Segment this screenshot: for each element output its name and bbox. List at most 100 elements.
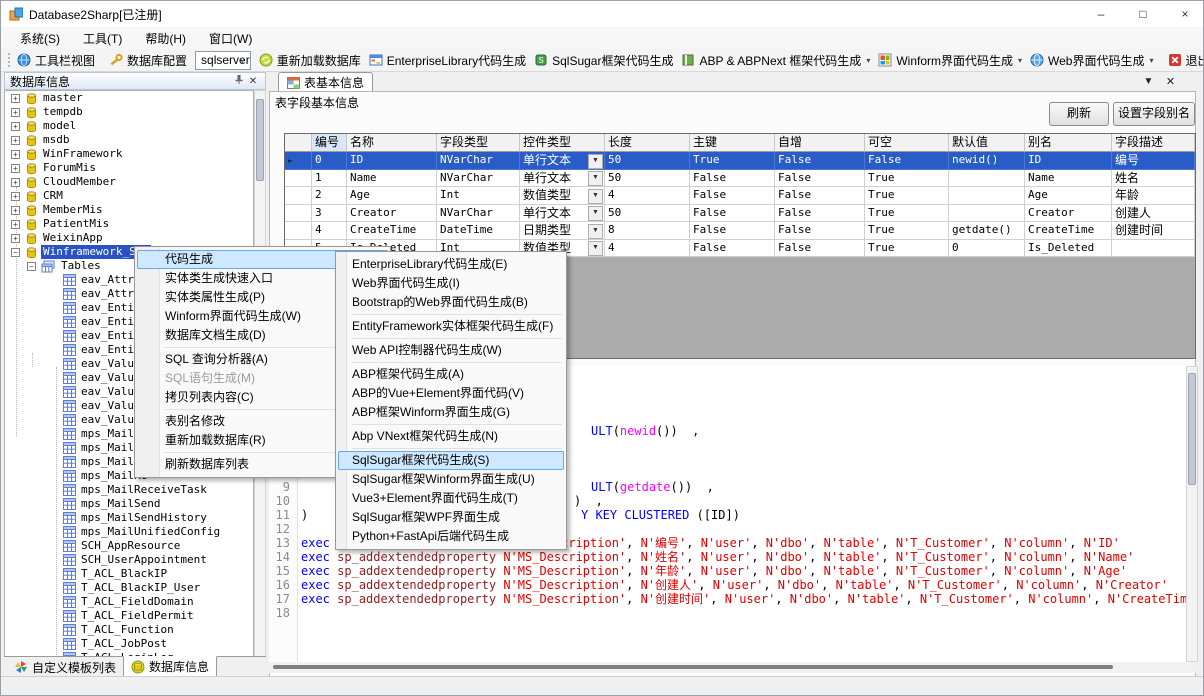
grid-cell[interactable]: 姓名 (1112, 170, 1195, 188)
code-gen-submenu-item-16[interactable]: Vue3+Element界面代码生成(T) (336, 489, 566, 508)
toolbar-sqlsugar-button[interactable]: S SqlSugar框架代码生成 (530, 51, 677, 70)
tree-item[interactable]: +WinFramework (5, 147, 253, 161)
grid-cell[interactable]: 编号 (1112, 152, 1195, 170)
code-gen-submenu-item-9[interactable]: ABP的Vue+Element界面代码(V) (336, 384, 566, 403)
grid-cell[interactable]: True (865, 205, 949, 223)
grid-column-header[interactable]: 长度 (605, 134, 690, 152)
editor-vertical-scrollbar[interactable] (1186, 366, 1198, 662)
toolbar-exit-button[interactable]: 退出 (1164, 51, 1204, 70)
tree-item[interactable]: +model (5, 119, 253, 133)
combo-dropdown-icon[interactable]: ▼ (588, 189, 603, 204)
tree-expander-icon[interactable]: + (11, 150, 20, 159)
grid-row-selector[interactable] (285, 222, 312, 240)
code-gen-submenu-item-17[interactable]: SqlSugar框架WPF界面生成 (336, 508, 566, 527)
grid-cell[interactable]: 0 (949, 240, 1025, 258)
tree-item[interactable]: +CloudMember (5, 175, 253, 189)
grid-cell[interactable]: False (690, 240, 775, 258)
tree-item[interactable]: SCH_UserAppointment (5, 553, 253, 567)
toolbar-db-config-button[interactable]: 数据库配置 (105, 51, 191, 70)
grid-cell[interactable]: True (865, 240, 949, 258)
tree-expander-icon[interactable]: + (11, 108, 20, 117)
tree-item[interactable]: T_ACL_FieldDomain (5, 595, 253, 609)
combo-dropdown-icon[interactable]: ▼ (588, 206, 603, 221)
tree-expander-icon[interactable]: + (11, 122, 20, 131)
toolbar-abp-button[interactable]: ABP & ABPNext 框架代码生成 ▾ (677, 51, 874, 70)
close-button[interactable]: × (1177, 6, 1193, 22)
tree-item[interactable]: mps_MailUnifiedConfig (5, 525, 253, 539)
grid-cell[interactable] (949, 170, 1025, 188)
grid-column-header[interactable]: 别名 (1025, 134, 1112, 152)
grid-row-selector-header[interactable] (285, 134, 312, 152)
tree-expander-icon[interactable]: + (11, 192, 20, 201)
grid-row-selector[interactable]: ► (285, 152, 312, 170)
tree-item[interactable]: mps_MailReceiveTask (5, 483, 253, 497)
close-icon[interactable]: ✕ (1163, 75, 1178, 89)
tree-item[interactable]: +tempdb (5, 105, 253, 119)
pin-icon[interactable] (232, 74, 246, 88)
grid-cell[interactable]: Age (347, 187, 437, 205)
grid-cell[interactable]: 创建人 (1112, 205, 1195, 223)
tree-item[interactable]: +WeixinApp (5, 231, 253, 245)
tree-item[interactable]: T_ACL_FieldPermit (5, 609, 253, 623)
grid-cell[interactable]: 50 (605, 205, 690, 223)
tree-expander-icon[interactable]: − (27, 262, 36, 271)
editor-hscroll-thumb[interactable] (273, 665, 1113, 669)
grid-cell[interactable]: True (865, 187, 949, 205)
code-gen-submenu-item-4[interactable]: EntityFramework实体框架代码生成(F) (336, 317, 566, 336)
grid-cell[interactable]: 8 (605, 222, 690, 240)
tree-expander-icon[interactable]: − (11, 248, 20, 257)
grid-cell[interactable]: Creator (1025, 205, 1112, 223)
grid-cell[interactable]: ID (347, 152, 437, 170)
tree-item[interactable]: +CRM (5, 189, 253, 203)
bottom-tab-0[interactable]: 自定义模板列表 (7, 657, 123, 677)
refresh-button[interactable]: 刷新 (1049, 102, 1109, 126)
chevron-down-icon[interactable]: ▼ (1141, 75, 1156, 89)
grid-cell[interactable]: Is_Deleted (1025, 240, 1112, 258)
code-gen-submenu-item-8[interactable]: ABP框架代码生成(A) (336, 365, 566, 384)
toolbar-enterprise-button[interactable]: EnterpriseLibrary代码生成 (365, 51, 530, 70)
grid-cell[interactable]: False (690, 170, 775, 188)
panel-close-icon[interactable]: ✕ (246, 76, 260, 87)
toolbar-reload-button[interactable]: 重新加载数据库 (255, 51, 365, 70)
grid-cell[interactable]: 单行文本▼ (520, 170, 605, 188)
grid-cell[interactable]: False (690, 222, 775, 240)
bottom-tab-1[interactable]: 数据库信息 (123, 656, 217, 677)
grid-cell[interactable]: Name (347, 170, 437, 188)
tree-item[interactable]: +master (5, 91, 253, 105)
grid-cell[interactable]: NVarChar (437, 205, 520, 223)
grid-cell[interactable]: Int (437, 187, 520, 205)
tree-expander-icon[interactable]: + (11, 220, 20, 229)
grid-cell[interactable]: Creator (347, 205, 437, 223)
grid-cell[interactable]: 4 (605, 240, 690, 258)
grid-cell[interactable]: False (690, 205, 775, 223)
grid-cell[interactable] (949, 205, 1025, 223)
grid-cell[interactable]: 2 (312, 187, 347, 205)
code-gen-submenu-item-14[interactable]: SqlSugar框架代码生成(S) (336, 451, 566, 470)
grid-row-selector[interactable] (285, 205, 312, 223)
code-gen-submenu-item-12[interactable]: Abp VNext框架代码生成(N) (336, 427, 566, 446)
grid-cell[interactable]: CreateTime (1025, 222, 1112, 240)
code-gen-submenu-item-18[interactable]: Python+FastApi后端代码生成 (336, 527, 566, 546)
toolbar-winform-button[interactable]: Winform界面代码生成 ▾ (874, 51, 1026, 70)
grid-column-header[interactable]: 编号 (312, 134, 347, 152)
tree-item[interactable]: T_ACL_Function (5, 623, 253, 637)
grid-cell[interactable]: 日期类型▼ (520, 222, 605, 240)
grid-cell[interactable]: False (775, 222, 865, 240)
combo-dropdown-icon[interactable]: ▼ (588, 224, 603, 239)
tree-expander-icon[interactable]: + (11, 206, 20, 215)
toolbar-view-button[interactable]: 工具栏视图 (13, 51, 99, 70)
grid-cell[interactable]: 50 (605, 170, 690, 188)
grid-cell[interactable]: True (865, 222, 949, 240)
tree-expander-icon[interactable]: + (11, 136, 20, 145)
grid-cell[interactable]: 4 (312, 222, 347, 240)
grid-cell[interactable]: ID (1025, 152, 1112, 170)
tree-item[interactable]: T_ACL_JobPost (5, 637, 253, 651)
grid-cell[interactable]: 数值类型▼ (520, 187, 605, 205)
grid-cell[interactable]: 1 (312, 170, 347, 188)
grid-column-header[interactable]: 自增 (775, 134, 865, 152)
grid-row-selector[interactable] (285, 187, 312, 205)
grid-column-header[interactable]: 主键 (690, 134, 775, 152)
tree-item[interactable]: T_ACL_BlackIP_User (5, 581, 253, 595)
grid-cell[interactable]: 50 (605, 152, 690, 170)
grid-row-selector[interactable] (285, 170, 312, 188)
